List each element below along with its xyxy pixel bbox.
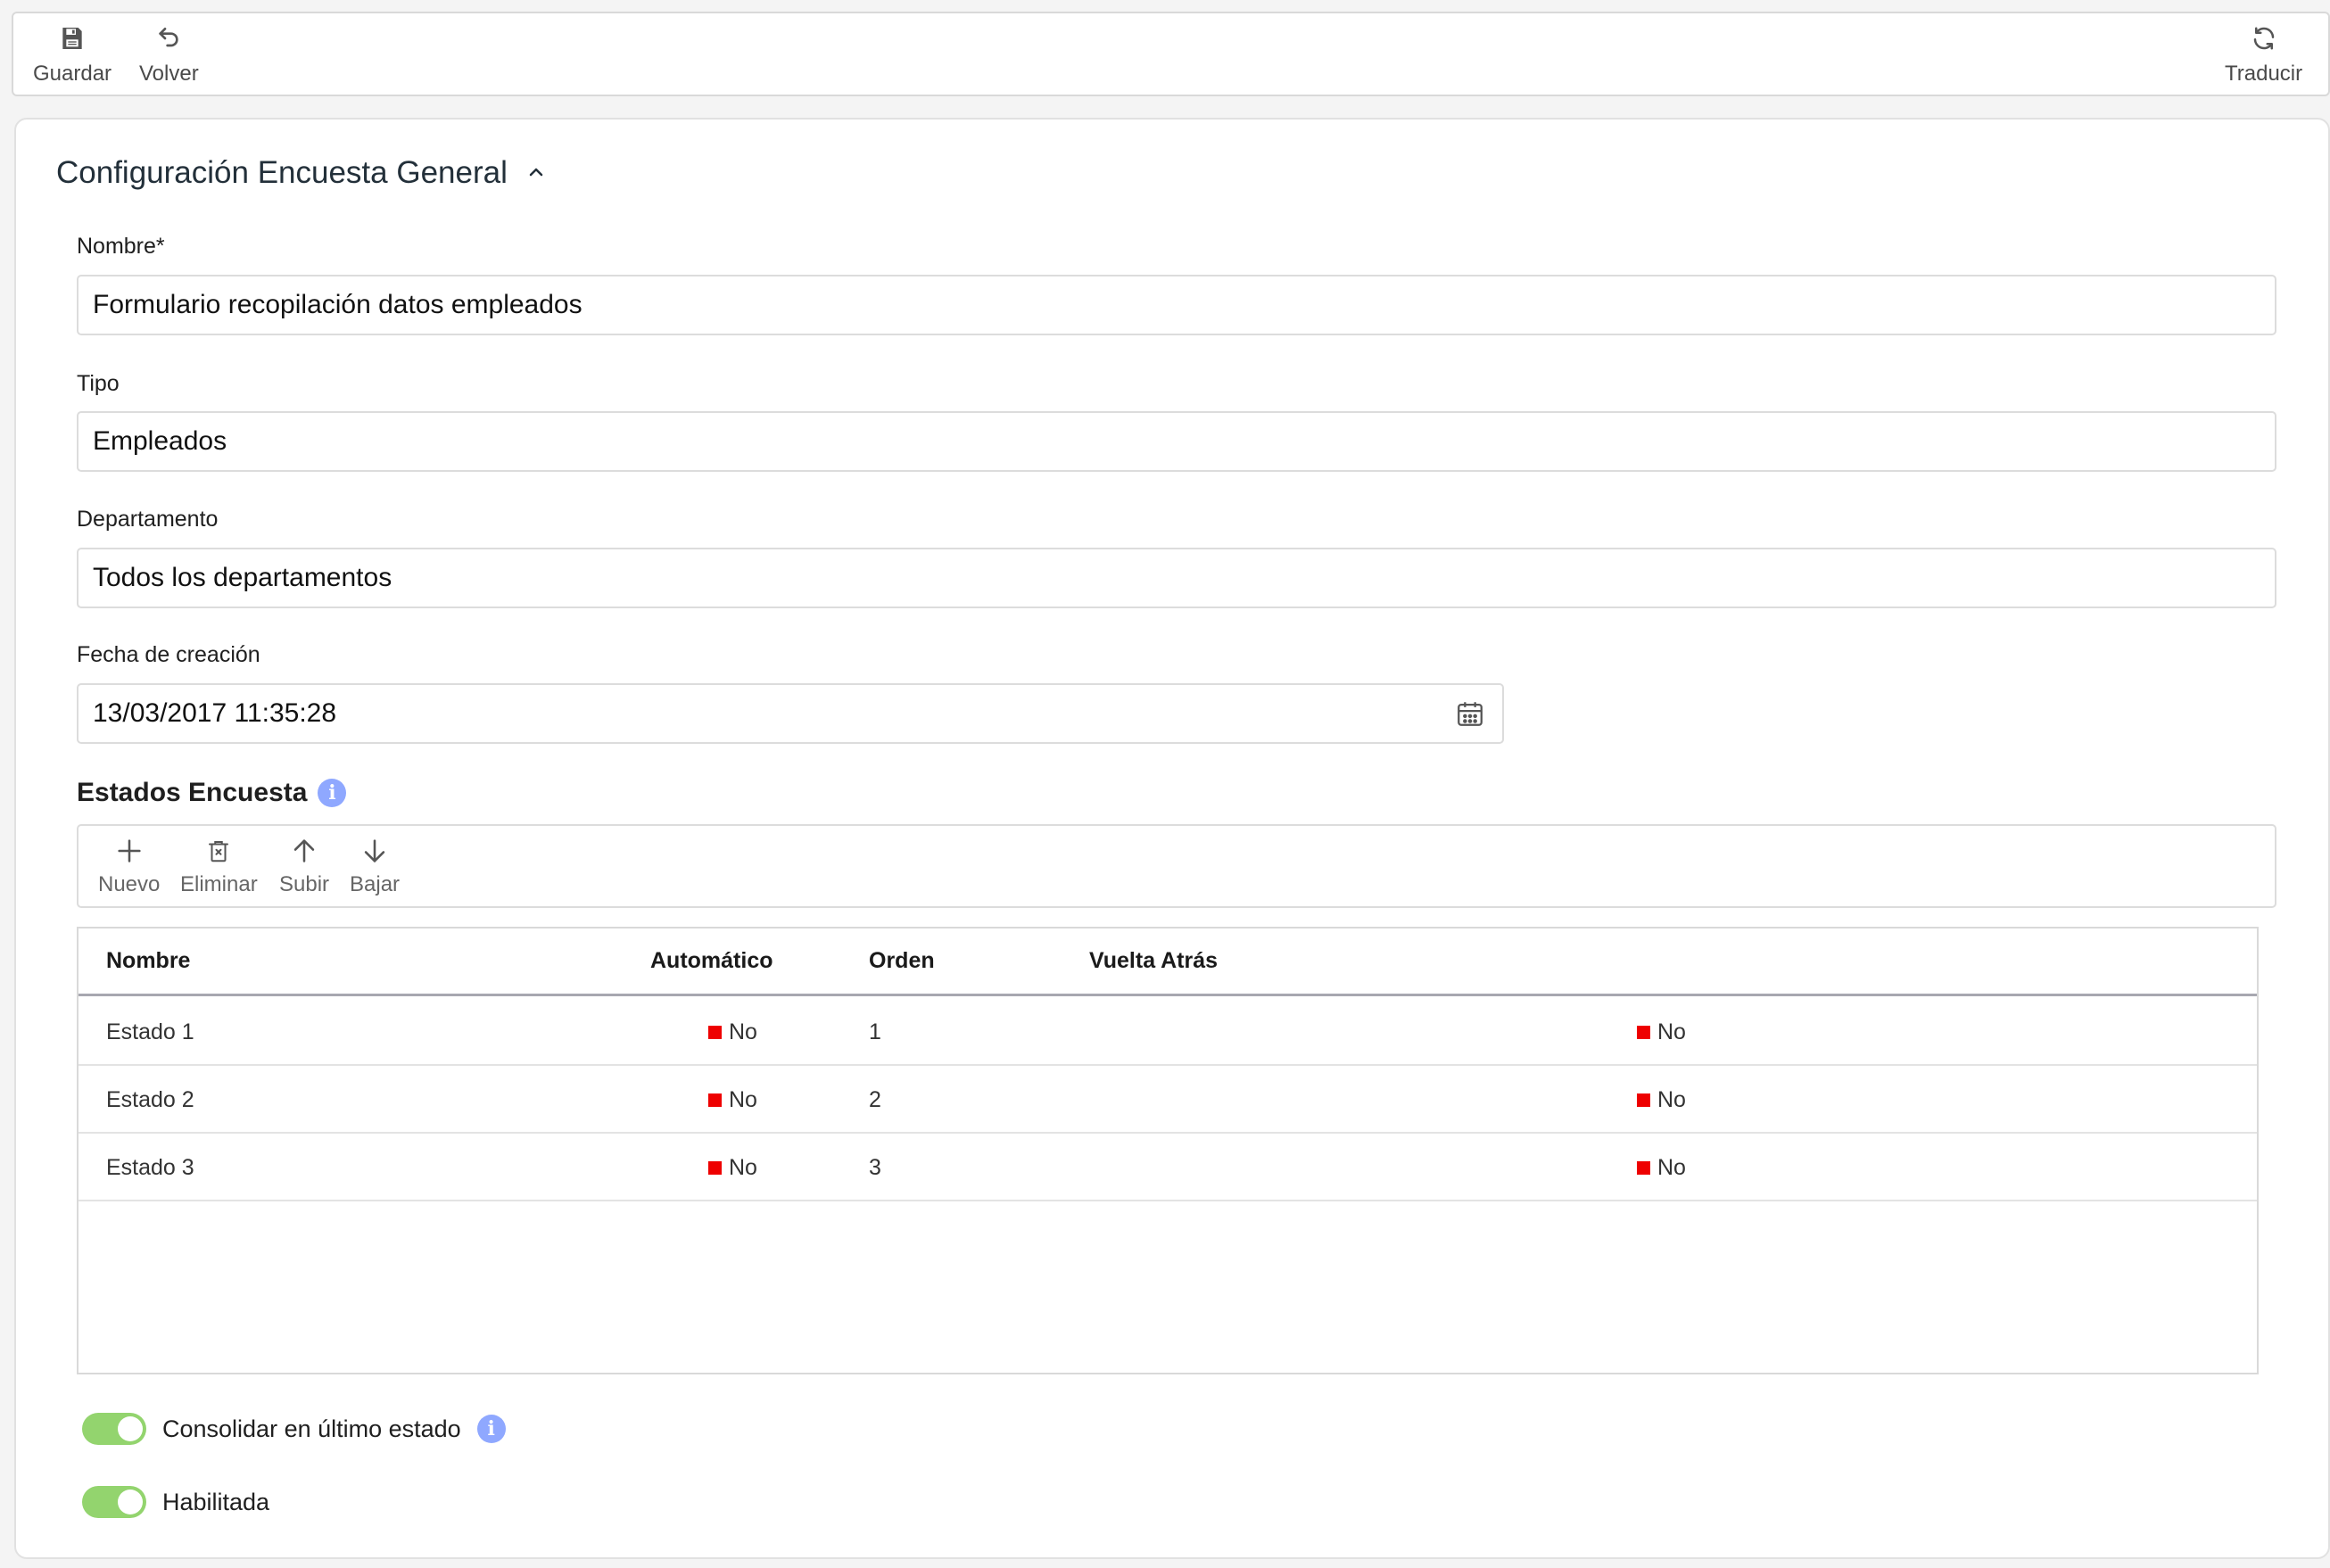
cell-nombre: Estado 3 [106, 1155, 194, 1180]
toggle-knob [118, 1416, 143, 1441]
status-no-marker [708, 1161, 722, 1175]
table-header: Nombre Automático Orden Vuelta Atrás [78, 928, 2257, 996]
section-title: Configuración Encuesta General [56, 155, 508, 190]
departamento-label: Departamento [77, 507, 219, 532]
table-row[interactable]: Estado 2 No 2 No [78, 1066, 2257, 1134]
move-down-button[interactable]: Bajar [350, 833, 400, 897]
translate-label: Traducir [2225, 62, 2303, 86]
cell-nombre: Estado 2 [106, 1087, 194, 1112]
nombre-label: Nombre* [77, 234, 165, 259]
nombre-value: Formulario recopilación datos empleados [93, 290, 582, 319]
estados-toolbar: Nuevo Eliminar Subir Bajar [77, 824, 2276, 908]
estados-heading: Estados Encuesta i [77, 778, 347, 808]
table-row[interactable]: Estado 3 No 3 No [78, 1134, 2257, 1201]
new-label: Nuevo [98, 872, 161, 896]
cell-vuelta-text: No [1657, 1155, 1686, 1180]
tipo-value: Empleados [93, 426, 227, 456]
section-header[interactable]: Configuración Encuesta General [56, 155, 547, 191]
column-header-nombre[interactable]: Nombre [106, 948, 190, 974]
info-icon[interactable]: i [476, 1415, 506, 1443]
departamento-field[interactable]: Todos los departamentos [77, 548, 2276, 608]
trash-icon [201, 833, 236, 869]
status-no-marker [1637, 1026, 1650, 1039]
refresh-icon [2246, 21, 2282, 56]
calendar-icon[interactable] [1452, 696, 1488, 731]
cell-vuelta-text: No [1657, 1019, 1686, 1044]
departamento-value: Todos los departamentos [93, 563, 392, 592]
plus-icon [112, 833, 147, 869]
consolidar-toggle[interactable] [82, 1413, 146, 1445]
cell-automatico-text: No [729, 1155, 757, 1180]
delete-label: Eliminar [180, 872, 258, 896]
table-row[interactable]: Estado 1 No 1 No [78, 998, 2257, 1066]
nombre-field[interactable]: Formulario recopilación datos empleados [77, 275, 2276, 335]
save-label: Guardar [33, 62, 112, 86]
back-button[interactable]: Volver [139, 21, 199, 87]
cell-automatico-text: No [729, 1087, 757, 1112]
habilitada-label: Habilitada [162, 1488, 270, 1515]
fecha-value: 13/03/2017 11:35:28 [93, 698, 337, 728]
cell-nombre: Estado 1 [106, 1019, 194, 1044]
cell-vuelta-atras: No [1637, 1155, 1686, 1181]
move-up-button[interactable]: Subir [279, 833, 329, 897]
cell-orden: 2 [869, 1087, 881, 1112]
cell-vuelta-atras: No [1637, 1019, 1686, 1045]
arrow-up-icon [286, 833, 322, 869]
cell-automatico: No [708, 1019, 757, 1045]
status-no-marker [708, 1093, 722, 1107]
arrow-down-icon [357, 833, 392, 869]
status-no-marker [708, 1026, 722, 1039]
column-header-orden[interactable]: Orden [869, 948, 935, 974]
move-up-label: Subir [279, 872, 330, 896]
cell-orden: 1 [869, 1019, 881, 1044]
delete-button[interactable]: Eliminar [180, 833, 258, 897]
estados-table: Nombre Automático Orden Vuelta Atrás Est… [77, 927, 2259, 1374]
cell-orden: 3 [869, 1155, 881, 1180]
cell-vuelta-text: No [1657, 1087, 1686, 1112]
fecha-field[interactable]: 13/03/2017 11:35:28 [77, 683, 1504, 744]
back-label: Volver [139, 62, 199, 86]
status-no-marker [1637, 1093, 1650, 1107]
column-header-automatico[interactable]: Automático [650, 948, 773, 974]
undo-icon [151, 21, 186, 56]
estados-title: Estados Encuesta [77, 778, 308, 807]
save-icon [54, 21, 90, 56]
info-icon[interactable]: i [318, 779, 347, 807]
cell-vuelta-atras: No [1637, 1087, 1686, 1113]
config-card: Configuración Encuesta General Nombre* F… [14, 118, 2330, 1559]
move-down-label: Bajar [350, 872, 401, 896]
consolidar-label: Consolidar en último estado [162, 1415, 461, 1442]
habilitada-toggle[interactable] [82, 1486, 146, 1518]
habilitada-row: Habilitada [82, 1486, 269, 1518]
toggle-knob [118, 1490, 143, 1514]
consolidar-row: Consolidar en último estado i [82, 1413, 506, 1445]
save-button[interactable]: Guardar [33, 21, 112, 87]
new-button[interactable]: Nuevo [98, 833, 160, 897]
cell-automatico-text: No [729, 1019, 757, 1044]
translate-button[interactable]: Traducir [2225, 21, 2302, 87]
fecha-label: Fecha de creación [77, 642, 260, 667]
tipo-label: Tipo [77, 371, 120, 396]
column-header-vuelta-atras[interactable]: Vuelta Atrás [1089, 948, 1218, 974]
tipo-field[interactable]: Empleados [77, 411, 2276, 472]
cell-automatico: No [708, 1155, 757, 1181]
status-no-marker [1637, 1161, 1650, 1175]
top-toolbar: Guardar Volver Traducir [12, 12, 2330, 96]
cell-automatico: No [708, 1087, 757, 1113]
chevron-up-icon[interactable] [525, 155, 547, 191]
